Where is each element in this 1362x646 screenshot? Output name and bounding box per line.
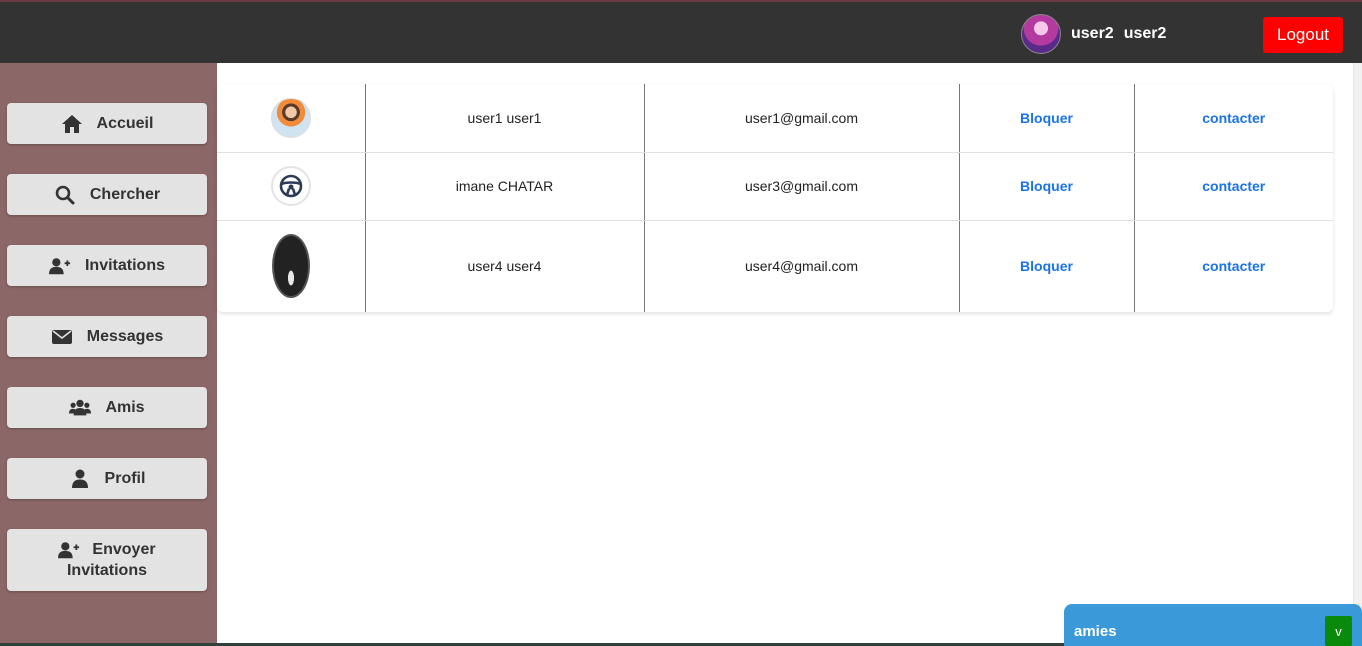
friend-email: user3@gmail.com [644, 152, 960, 221]
user-first-name: user2 [1071, 25, 1114, 42]
contact-button[interactable]: contacter [1202, 110, 1265, 126]
sidebar-item-label: Accueil [96, 114, 154, 132]
steering-wheel-icon [279, 174, 303, 198]
envelope-icon [51, 327, 73, 347]
home-icon [61, 114, 83, 134]
chat-toggle-button[interactable]: v [1325, 616, 1352, 646]
sidebar-item-invitations[interactable]: Invitations [7, 245, 207, 286]
friend-name: user1 user1 [365, 84, 645, 153]
top-navbar: user2 user2 Logout [0, 0, 1362, 63]
block-cell: Bloquer [959, 84, 1135, 153]
users-icon [69, 398, 92, 418]
block-cell: Bloquer [959, 152, 1135, 221]
sidebar-item-accueil[interactable]: Accueil [7, 103, 207, 144]
block-cell: Bloquer [959, 220, 1135, 312]
sidebar-item-label: Messages [86, 327, 164, 345]
friend-email: user1@gmail.com [644, 84, 960, 153]
table-row: user4 user4 user4@gmail.com Bloquer cont… [217, 220, 1333, 312]
sidebar: Accueil Chercher Invitations Messages Am… [0, 63, 217, 646]
sidebar-item-envoyer-invitations[interactable]: Envoyer Invitations [7, 529, 207, 591]
sidebar-item-label: Chercher [89, 185, 161, 203]
user-avatar [1021, 14, 1061, 54]
avatar-cell [217, 84, 366, 153]
current-user: user2 user2 [1021, 14, 1166, 54]
friends-table: user1 user1 user1@gmail.com Bloquer cont… [217, 84, 1333, 312]
sidebar-item-amis[interactable]: Amis [7, 387, 207, 428]
friend-avatar[interactable] [271, 234, 310, 299]
avatar-cell [217, 220, 366, 312]
page-scrollbar[interactable] [1353, 63, 1362, 646]
main-content: user1 user1 user1@gmail.com Bloquer cont… [217, 63, 1353, 646]
sidebar-item-label: Profil [104, 469, 146, 487]
chat-widget[interactable]: amies v [1064, 604, 1362, 646]
friend-avatar[interactable] [270, 97, 311, 138]
sidebar-item-label: Amis [105, 398, 145, 416]
chat-title: amies [1074, 623, 1117, 640]
sidebar-item-profil[interactable]: Profil [7, 458, 207, 499]
contact-button[interactable]: contacter [1202, 258, 1265, 274]
sidebar-item-messages[interactable]: Messages [7, 316, 207, 357]
table-row: imane CHATAR user3@gmail.com Bloquer con… [217, 152, 1333, 221]
search-icon [54, 185, 76, 205]
friend-name: user4 user4 [365, 220, 645, 312]
contact-cell: contacter [1134, 84, 1333, 153]
block-button[interactable]: Bloquer [1020, 178, 1073, 194]
sidebar-item-chercher[interactable]: Chercher [7, 174, 207, 215]
contact-button[interactable]: contacter [1202, 178, 1265, 194]
block-button[interactable]: Bloquer [1020, 258, 1073, 274]
sidebar-item-label-line1: Envoyer [92, 541, 156, 558]
user-plus-icon [48, 256, 71, 276]
logout-button[interactable]: Logout [1263, 17, 1343, 53]
contact-cell: contacter [1134, 152, 1333, 221]
sidebar-item-label-line2: Invitations [66, 562, 147, 579]
block-button[interactable]: Bloquer [1020, 110, 1073, 126]
user-last-name: user2 [1123, 25, 1167, 42]
friend-avatar[interactable] [270, 166, 311, 206]
contact-cell: contacter [1134, 220, 1333, 312]
friend-name: imane CHATAR [365, 152, 645, 221]
friend-email: user4@gmail.com [644, 220, 960, 312]
user-plus-icon [58, 540, 80, 560]
table-row: user1 user1 user1@gmail.com Bloquer cont… [217, 84, 1333, 153]
user-icon [69, 469, 91, 489]
avatar-cell [217, 152, 366, 221]
sidebar-item-label: Invitations [84, 256, 165, 274]
